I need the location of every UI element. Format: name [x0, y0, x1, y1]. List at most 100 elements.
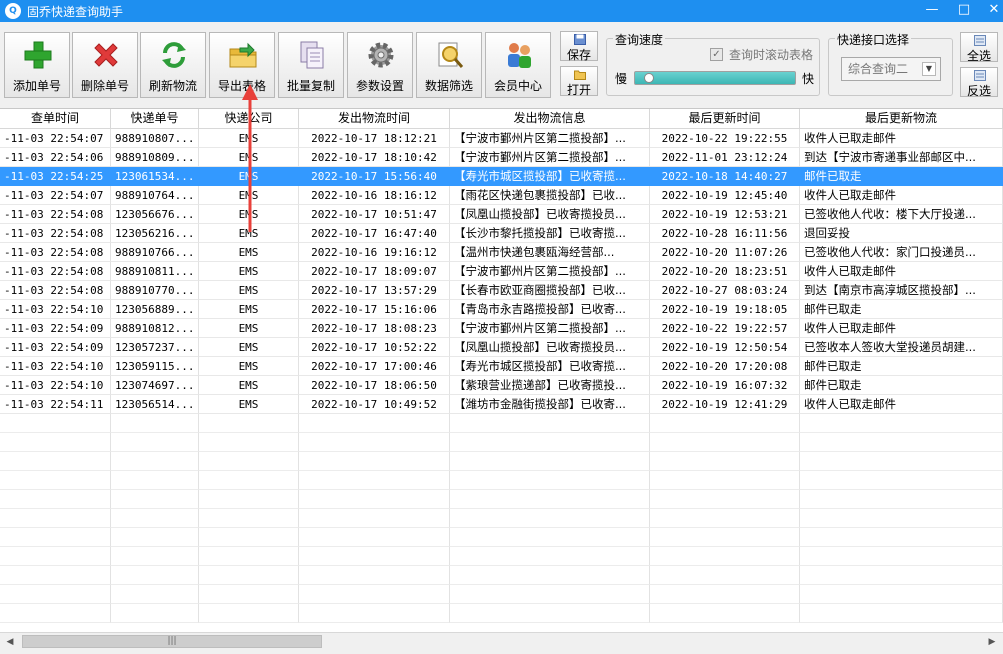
- table-cell[interactable]: 123056889...: [111, 300, 199, 319]
- table-cell[interactable]: -11-03 22:54:10: [0, 376, 111, 395]
- table-cell[interactable]: 【宁波市鄞州片区第二揽投部】...: [450, 129, 650, 148]
- table-cell[interactable]: 2022-10-17 18:12:21: [299, 129, 450, 148]
- table-cell[interactable]: 2022-10-17 17:00:46: [299, 357, 450, 376]
- table-cell[interactable]: EMS: [199, 338, 299, 357]
- table-cell[interactable]: 2022-10-19 19:18:05: [650, 300, 800, 319]
- table-cell[interactable]: 2022-10-19 16:07:32: [650, 376, 800, 395]
- table-row[interactable]: -11-03 22:54:07 988910807... EMS 2022-10-17…: [0, 129, 1003, 148]
- table-cell[interactable]: -11-03 22:54:08: [0, 243, 111, 262]
- delete-number-button[interactable]: 删除单号: [72, 32, 138, 98]
- export-table-button[interactable]: 导出表格: [209, 32, 275, 98]
- table-cell[interactable]: 988910807...: [111, 129, 199, 148]
- horizontal-scrollbar[interactable]: ◀ ||| ▶: [0, 632, 1003, 650]
- scroll-right-arrow-icon[interactable]: ▶: [985, 635, 999, 649]
- table-cell[interactable]: 2022-10-17 18:08:23: [299, 319, 450, 338]
- table-cell[interactable]: -11-03 22:54:08: [0, 224, 111, 243]
- table-cell[interactable]: 邮件已取走: [800, 376, 1003, 395]
- api-select-dropdown[interactable]: 综合查询二 ▼: [841, 57, 941, 81]
- chevron-down-icon[interactable]: ▼: [922, 62, 936, 76]
- table-cell[interactable]: 【凤凰山揽投部】已收寄揽投员...: [450, 338, 650, 357]
- table-cell[interactable]: 2022-10-19 12:45:40: [650, 186, 800, 205]
- member-center-button[interactable]: 会员中心: [485, 32, 551, 98]
- table-cell[interactable]: 已签收他人代收：楼下大厅投递...: [800, 205, 1003, 224]
- table-cell[interactable]: 【潍坊市金融街揽投部】已收寄...: [450, 395, 650, 414]
- table-cell[interactable]: 2022-10-17 18:06:50: [299, 376, 450, 395]
- table-cell[interactable]: 2022-10-27 08:03:24: [650, 281, 800, 300]
- table-row[interactable]: -11-03 22:54:10 123059115... EMS 2022-10-17…: [0, 357, 1003, 376]
- table-cell[interactable]: 988910809...: [111, 148, 199, 167]
- table-cell[interactable]: 【青岛市永吉路揽投部】已收寄...: [450, 300, 650, 319]
- scroll-table-checkbox[interactable]: ✓: [710, 48, 723, 61]
- add-number-button[interactable]: 添加单号: [4, 32, 70, 98]
- table-cell[interactable]: 已签收本人签收大堂投递员胡建...: [800, 338, 1003, 357]
- table-cell[interactable]: 【紫琅营业揽递部】已收寄揽投...: [450, 376, 650, 395]
- table-cell[interactable]: -11-03 22:54:08: [0, 262, 111, 281]
- table-cell[interactable]: 988910764...: [111, 186, 199, 205]
- batch-copy-button[interactable]: 批量复制: [278, 32, 344, 98]
- table-cell[interactable]: 123074697...: [111, 376, 199, 395]
- save-button[interactable]: 保存: [560, 31, 598, 62]
- table-cell[interactable]: EMS: [199, 186, 299, 205]
- refresh-button[interactable]: 刷新物流: [140, 32, 206, 98]
- table-cell[interactable]: 2022-10-17 10:49:52: [299, 395, 450, 414]
- table-row[interactable]: -11-03 22:54:10 123074697... EMS 2022-10-17…: [0, 376, 1003, 395]
- table-cell[interactable]: 2022-10-17 10:51:47: [299, 205, 450, 224]
- column-header[interactable]: 查单时间: [0, 109, 111, 129]
- table-cell[interactable]: 123056676...: [111, 205, 199, 224]
- table-cell[interactable]: 收件人已取走邮件: [800, 262, 1003, 281]
- table-cell[interactable]: -11-03 22:54:07: [0, 186, 111, 205]
- table-cell[interactable]: EMS: [199, 376, 299, 395]
- table-row[interactable]: -11-03 22:54:07 988910764... EMS 2022-10-16…: [0, 186, 1003, 205]
- table-row[interactable]: -11-03 22:54:09 988910812... EMS 2022-10-17…: [0, 319, 1003, 338]
- table-cell[interactable]: EMS: [199, 243, 299, 262]
- table-row[interactable]: -11-03 22:54:08 988910766... EMS 2022-10-16…: [0, 243, 1003, 262]
- table-cell[interactable]: -11-03 22:54:25: [0, 167, 111, 186]
- table-cell[interactable]: 邮件已取走: [800, 300, 1003, 319]
- table-cell[interactable]: 2022-10-20 11:07:26: [650, 243, 800, 262]
- table-row[interactable]: -11-03 22:54:08 988910770... EMS 2022-10-17…: [0, 281, 1003, 300]
- table-row[interactable]: -11-03 22:54:08 123056216... EMS 2022-10-17…: [0, 224, 1003, 243]
- table-cell[interactable]: 123059115...: [111, 357, 199, 376]
- table-cell[interactable]: 【雨花区快递包裹揽投部】已收...: [450, 186, 650, 205]
- close-button[interactable]: ✕: [977, 0, 1003, 22]
- table-cell[interactable]: 2022-10-28 16:11:56: [650, 224, 800, 243]
- table-cell[interactable]: -11-03 22:54:09: [0, 338, 111, 357]
- table-cell[interactable]: -11-03 22:54:07: [0, 129, 111, 148]
- table-cell[interactable]: 2022-10-17 16:47:40: [299, 224, 450, 243]
- table-cell[interactable]: 2022-10-17 15:16:06: [299, 300, 450, 319]
- table-cell[interactable]: EMS: [199, 395, 299, 414]
- table-cell[interactable]: 退回妥投: [800, 224, 1003, 243]
- table-cell[interactable]: 2022-10-20 17:20:08: [650, 357, 800, 376]
- speed-slider-thumb[interactable]: [644, 73, 654, 83]
- table-cell[interactable]: 2022-10-17 18:10:42: [299, 148, 450, 167]
- table-cell[interactable]: 【宁波市鄞州片区第二揽投部】...: [450, 262, 650, 281]
- table-cell[interactable]: EMS: [199, 262, 299, 281]
- table-row[interactable]: -11-03 22:54:25 123061534... EMS 2022-10-17…: [0, 167, 1003, 186]
- table-row[interactable]: -11-03 22:54:09 123057237... EMS 2022-10-17…: [0, 338, 1003, 357]
- table-cell[interactable]: 已签收他人代收：家门口投递员...: [800, 243, 1003, 262]
- table-cell[interactable]: 2022-10-22 19:22:55: [650, 129, 800, 148]
- table-row[interactable]: -11-03 22:54:08 988910811... EMS 2022-10-17…: [0, 262, 1003, 281]
- table-cell[interactable]: EMS: [199, 300, 299, 319]
- table-cell[interactable]: 123056216...: [111, 224, 199, 243]
- table-cell[interactable]: 【宁波市鄞州片区第二揽投部】...: [450, 319, 650, 338]
- minimize-button[interactable]: —: [915, 0, 949, 22]
- table-cell[interactable]: 2022-10-16 19:16:12: [299, 243, 450, 262]
- table-cell[interactable]: 收件人已取走邮件: [800, 186, 1003, 205]
- table-cell[interactable]: EMS: [199, 129, 299, 148]
- table-cell[interactable]: 988910766...: [111, 243, 199, 262]
- scroll-left-arrow-icon[interactable]: ◀: [3, 635, 17, 649]
- table-cell[interactable]: 2022-11-01 23:12:24: [650, 148, 800, 167]
- column-header[interactable]: 发出物流时间: [299, 109, 450, 129]
- table-cell[interactable]: 【宁波市鄞州片区第二揽投部】...: [450, 148, 650, 167]
- table-cell[interactable]: 2022-10-17 15:56:40: [299, 167, 450, 186]
- table-cell[interactable]: 2022-10-17 10:52:22: [299, 338, 450, 357]
- table-cell[interactable]: EMS: [199, 148, 299, 167]
- table-cell[interactable]: 123056514...: [111, 395, 199, 414]
- table-row[interactable]: -11-03 22:54:06 988910809... EMS 2022-10-17…: [0, 148, 1003, 167]
- open-button[interactable]: 打开: [560, 66, 598, 97]
- table-cell[interactable]: -11-03 22:54:06: [0, 148, 111, 167]
- table-cell[interactable]: 【长沙市黎托揽投部】已收寄揽...: [450, 224, 650, 243]
- table-cell[interactable]: EMS: [199, 319, 299, 338]
- table-cell[interactable]: -11-03 22:54:10: [0, 300, 111, 319]
